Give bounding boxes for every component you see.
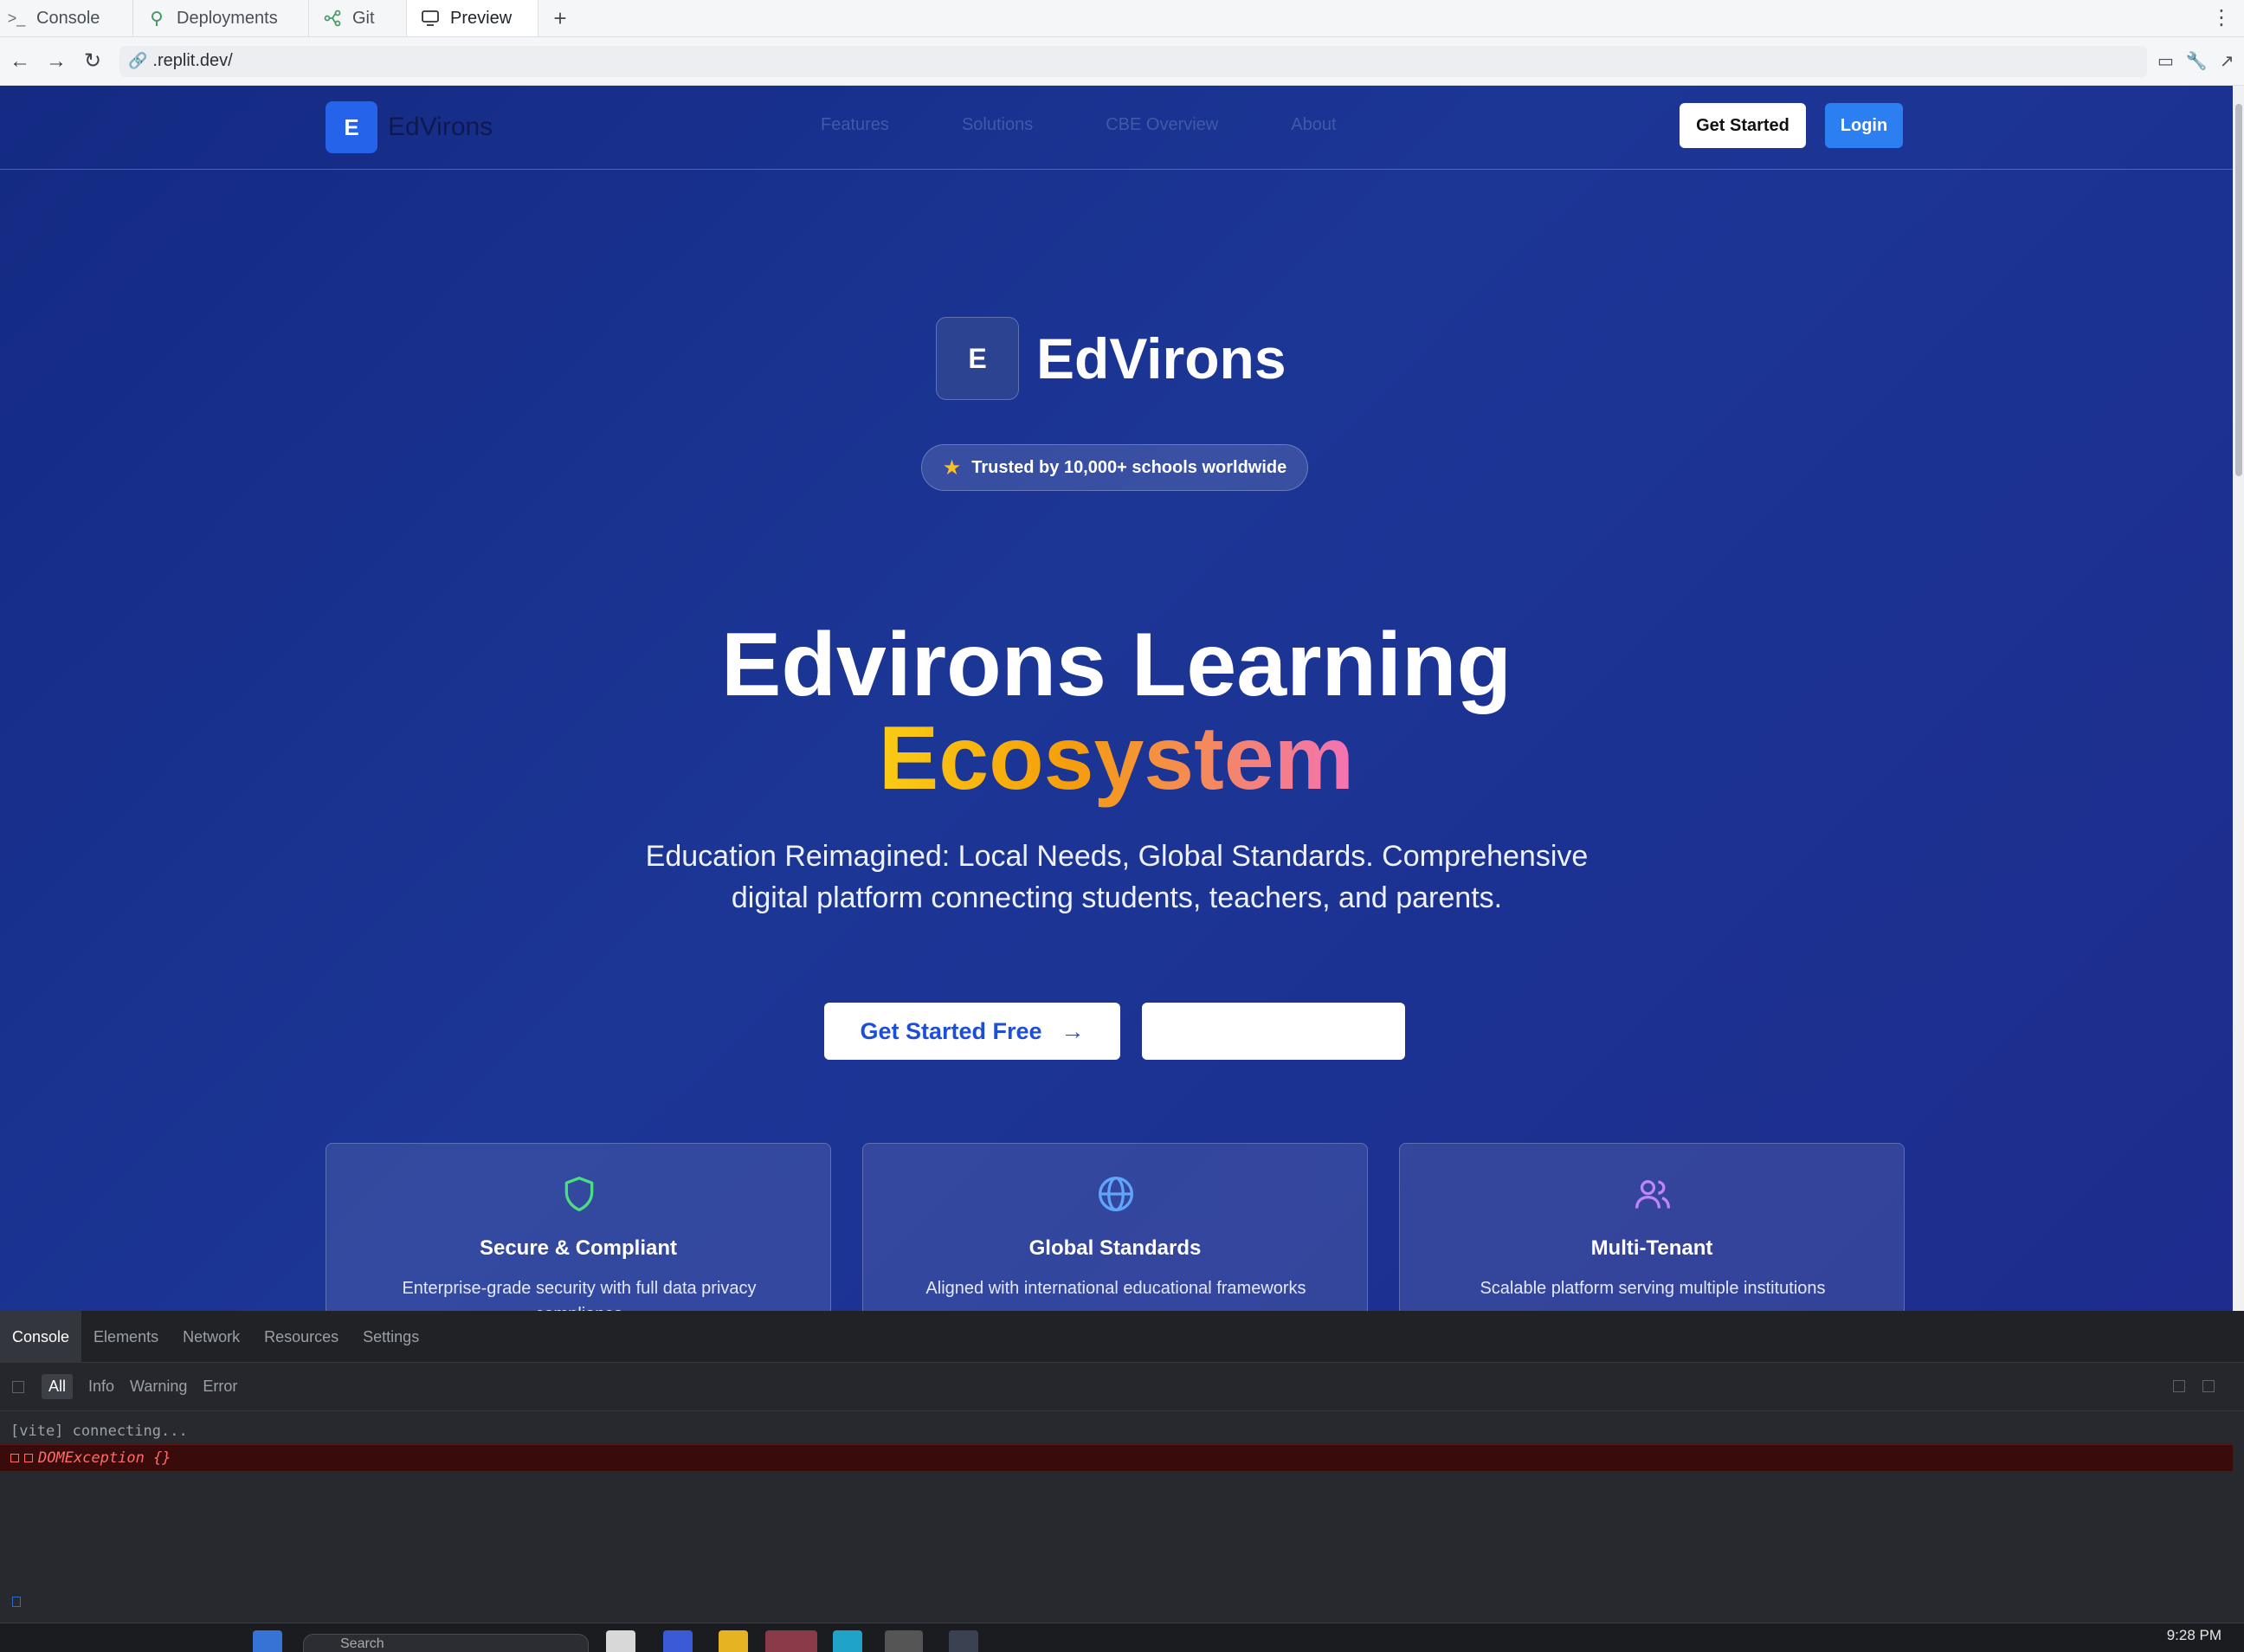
taskbar-clock[interactable]: 9:28 PM [2167, 1627, 2221, 1644]
git-icon [323, 9, 342, 28]
reload-icon: ↻ [83, 49, 102, 73]
tab-label: Preview [450, 8, 513, 28]
devtools-tab-resources[interactable]: Resources [252, 1311, 351, 1363]
tab-preview[interactable]: Preview [407, 0, 538, 36]
tab-label: Deployments [177, 8, 278, 28]
back-button[interactable]: ← [2, 43, 38, 80]
trust-text: Trusted by 10,000+ schools worldwide [971, 457, 1287, 477]
app-icon[interactable] [765, 1630, 817, 1652]
feature-description: Aligned with international educational f… [925, 1279, 1306, 1298]
chrome-icon[interactable] [885, 1630, 923, 1652]
expand-icon[interactable] [24, 1454, 33, 1462]
devtools-tab-network[interactable]: Network [171, 1311, 252, 1363]
filter-error[interactable]: Error [203, 1378, 237, 1396]
devices-icon[interactable]: ▭ [2157, 50, 2174, 72]
get-started-free-button[interactable]: Get Started Free → [824, 1003, 1120, 1060]
globe-icon [1099, 1177, 1133, 1211]
logo-mark: E [326, 101, 377, 153]
devtools-tab-console[interactable]: Console [0, 1311, 82, 1363]
error-text: DOMException {} [38, 1449, 171, 1467]
hero-title: Edvirons Learning [720, 615, 1512, 715]
external-link-icon[interactable]: ↗ [2220, 50, 2234, 72]
secondary-cta-button[interactable] [1142, 1003, 1405, 1060]
monitor-icon [421, 9, 440, 28]
nav-link-cbe-overview[interactable]: CBE Overview [1106, 115, 1218, 135]
edge-icon[interactable] [833, 1630, 862, 1652]
forward-button[interactable]: → [38, 43, 74, 80]
console-option-icon[interactable] [2202, 1380, 2215, 1392]
site-nav-links: Features Solutions CBE Overview About [821, 115, 1337, 135]
feature-title: Secure & Compliant [479, 1236, 678, 1260]
login-button[interactable]: Login [1825, 103, 1903, 148]
feature-title: Global Standards [1028, 1236, 1202, 1260]
link-icon: 🔗 [128, 52, 148, 69]
hero-brand-name: EdVirons [1036, 326, 1286, 390]
add-tab-button[interactable]: + [538, 0, 582, 36]
hero-subtitle: Education Reimagined: Local Needs, Globa… [645, 840, 1589, 914]
preview-scrollbar-thumb[interactable] [2235, 104, 2242, 476]
filter-info[interactable]: Info [88, 1378, 114, 1396]
app-icon[interactable] [606, 1630, 635, 1652]
feature-card-multitenant: Multi-Tenant Scalable platform serving m… [1399, 1143, 1905, 1311]
site-header: E EdVirons Features Solutions CBE Overvi… [0, 86, 2233, 170]
console-filter-bar: All Info Warning Error [0, 1363, 2244, 1411]
site-logo[interactable]: E EdVirons [326, 101, 493, 153]
tab-console[interactable]: >_ Console [0, 0, 133, 36]
feature-title: Multi-Tenant [1590, 1236, 1713, 1260]
console-input-prompt[interactable] [12, 1597, 21, 1607]
get-started-button[interactable]: Get Started [1680, 103, 1806, 148]
arrow-left-icon: ← [10, 48, 30, 73]
feature-description: Scalable platform serving multiple insti… [1480, 1279, 1826, 1298]
hero-logo: E EdVirons [936, 317, 1286, 400]
workspace-tab-bar: >_ Console Deployments Git Preview + ⋮ [0, 0, 2244, 37]
app-icon[interactable] [663, 1630, 693, 1652]
feature-description: Enterprise-grade security with full data… [402, 1279, 757, 1311]
terminal-icon: >_ [7, 9, 26, 27]
feature-card-secure: Secure & Compliant Enterprise-grade secu… [326, 1143, 831, 1311]
tab-git[interactable]: Git [309, 0, 407, 36]
devtools-tabs: Console Elements Network Resources Setti… [0, 1311, 2244, 1363]
os-taskbar: Search 9:28 PM [0, 1623, 2244, 1652]
nav-link-solutions[interactable]: Solutions [962, 115, 1033, 135]
brand-name: EdVirons [388, 113, 493, 141]
feature-card-global: Global Standards Aligned with internatio… [862, 1143, 1368, 1311]
deployments-icon [147, 9, 166, 28]
trust-badge: ★ Trusted by 10,000+ schools worldwide [921, 444, 1308, 491]
star-icon: ★ [942, 455, 962, 480]
filter-all[interactable]: All [42, 1374, 74, 1399]
folder-icon[interactable] [719, 1630, 748, 1652]
nav-link-features[interactable]: Features [821, 115, 889, 135]
error-icon [10, 1454, 19, 1462]
console-log-line: [vite] connecting... [10, 1423, 188, 1440]
preview-url-bar: ← → ↻ 🔗 .replit.dev/ ▭ 🔧 ↗ [0, 37, 2244, 86]
wrench-icon[interactable]: 🔧 [2186, 50, 2208, 72]
devtools-panel: Console Elements Network Resources Setti… [0, 1311, 2244, 1623]
hero-title-accent-text: Ecosystem [878, 708, 1355, 809]
tab-label: Console [36, 8, 100, 28]
tab-deployments[interactable]: Deployments [133, 0, 309, 36]
cta-label: Get Started Free [860, 1017, 1042, 1044]
tab-label: Git [352, 8, 375, 28]
hero-logo-mark: E [936, 317, 1019, 400]
reload-button[interactable]: ↻ [74, 43, 111, 80]
url-text: .replit.dev/ [152, 51, 233, 70]
arrow-right-icon: → [46, 48, 67, 73]
devtools-tab-elements[interactable]: Elements [81, 1311, 171, 1363]
console-error-line[interactable]: DOMException {} [0, 1444, 2233, 1472]
devtools-tab-settings[interactable]: Settings [351, 1311, 431, 1363]
url-input[interactable]: 🔗 .replit.dev/ [119, 45, 2147, 77]
windows-start-icon[interactable] [253, 1630, 282, 1652]
taskbar-search-input[interactable]: Search [303, 1634, 589, 1652]
app-icon[interactable] [949, 1630, 978, 1652]
users-icon [1635, 1180, 1670, 1209]
preview-viewport: E EdVirons Features Solutions CBE Overvi… [0, 86, 2233, 1311]
clear-console-checkbox[interactable] [12, 1380, 24, 1393]
filter-warning[interactable]: Warning [130, 1378, 187, 1396]
hero-title-accent: Ecosystem [0, 711, 2233, 806]
arrow-right-icon: → [1061, 1017, 1085, 1044]
console-option-icon[interactable] [2173, 1380, 2185, 1392]
nav-link-about[interactable]: About [1291, 115, 1336, 135]
shield-icon [564, 1177, 594, 1211]
more-options-icon[interactable]: ⋮ [2211, 5, 2232, 30]
